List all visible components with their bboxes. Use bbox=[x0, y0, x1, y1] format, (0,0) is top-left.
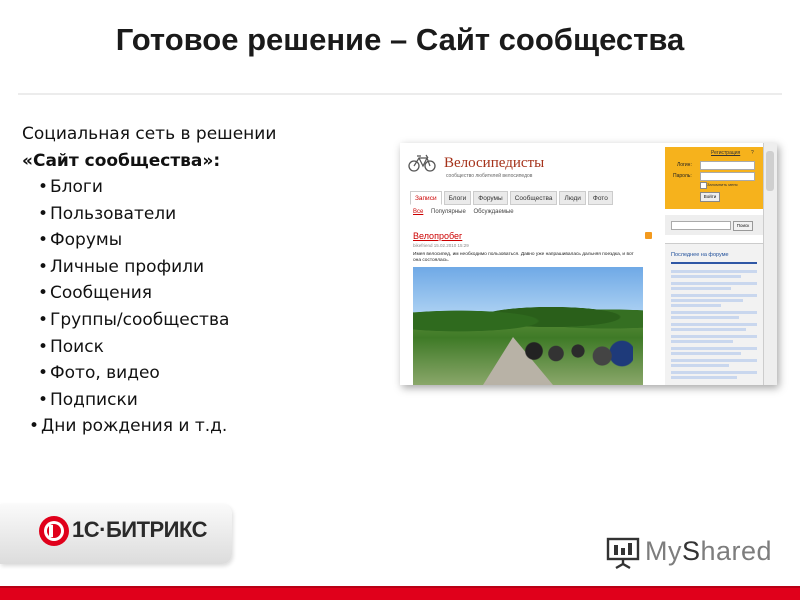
photo-cyclists bbox=[523, 331, 633, 381]
list-item: Личные профили bbox=[38, 254, 229, 281]
list-item: Сообщения bbox=[38, 280, 229, 307]
search-panel: Поиск bbox=[665, 215, 763, 235]
intro-solution-name: «Сайт сообщества»: bbox=[22, 151, 221, 171]
footer-red-bar bbox=[0, 586, 800, 600]
filter-popular[interactable]: Популярные bbox=[431, 209, 466, 215]
forum-entry[interactable] bbox=[671, 282, 757, 285]
myshared-rest: hared bbox=[700, 536, 773, 566]
tab-forums[interactable]: Форумы bbox=[473, 191, 508, 205]
password-label: Пароль: bbox=[673, 173, 692, 179]
forum-entry[interactable] bbox=[671, 299, 743, 302]
rss-icon[interactable] bbox=[645, 232, 652, 239]
myshared-logo-text: MyShared bbox=[645, 536, 772, 567]
forum-panel: Последнее на форуме bbox=[665, 243, 763, 385]
list-item: Подписки bbox=[38, 387, 229, 414]
forum-entry[interactable] bbox=[671, 323, 757, 326]
remember-checkbox[interactable] bbox=[700, 182, 707, 189]
feature-list: Блоги Пользователи Форумы Личные профили… bbox=[29, 174, 229, 440]
help-link[interactable]: ? bbox=[751, 150, 754, 156]
filter-discussed[interactable]: Обсуждаемые bbox=[474, 209, 514, 215]
forum-entry[interactable] bbox=[671, 328, 746, 331]
list-item: Блоги bbox=[38, 174, 229, 201]
post-meta: bikefriend 15.02.2010 15:29 bbox=[413, 243, 469, 248]
intro-text: Социальная сеть в решении «Сайт сообщест… bbox=[22, 121, 276, 175]
post-title-link[interactable]: Велопробег bbox=[413, 231, 462, 241]
post-photo bbox=[413, 267, 643, 385]
bitrix-logo-text: 1С·БИТРИКС bbox=[72, 517, 208, 542]
myshared-s: S bbox=[682, 536, 701, 566]
list-item: Фото, видео bbox=[38, 360, 229, 387]
forum-entry[interactable] bbox=[671, 371, 757, 374]
website-screenshot: Велосипедисты сообщество любителей велос… bbox=[400, 143, 777, 385]
register-link[interactable]: Регистрация bbox=[711, 150, 740, 156]
forum-entry[interactable] bbox=[671, 352, 741, 355]
tab-blogs[interactable]: Блоги bbox=[443, 191, 472, 205]
site-nav-tabs: Записи Блоги Форумы Сообщества Люди Фото bbox=[410, 191, 613, 205]
bitrix-logo-icon bbox=[39, 516, 69, 546]
site-subtitle: сообщество любителей велосипедов bbox=[446, 173, 533, 179]
post-text: Имея велосипед, им необходимо пользовать… bbox=[413, 252, 634, 263]
search-button[interactable]: Поиск bbox=[733, 221, 753, 231]
forum-divider bbox=[671, 262, 757, 264]
remember-label: Запомнить меня bbox=[707, 182, 738, 187]
slide-title: Готовое решение – Сайт сообщества bbox=[115, 22, 685, 57]
list-item: Пользователи bbox=[38, 201, 229, 228]
screenshot-page: Велосипедисты сообщество любителей велос… bbox=[400, 143, 764, 385]
forum-entry[interactable] bbox=[671, 304, 721, 307]
site-title: Велосипедисты bbox=[444, 155, 545, 171]
scrollbar-thumb[interactable] bbox=[766, 151, 774, 191]
login-panel: Регистрация ? Логин: Пароль: Запомнить м… bbox=[665, 147, 763, 209]
login-button[interactable]: Войти bbox=[700, 192, 720, 202]
forum-entry[interactable] bbox=[671, 287, 731, 290]
forum-entry[interactable] bbox=[671, 311, 757, 314]
list-item: Дни рождения и т.д. bbox=[29, 413, 229, 440]
title-divider bbox=[18, 93, 782, 95]
filter-all[interactable]: Все bbox=[413, 209, 423, 215]
scrollbar[interactable] bbox=[763, 143, 777, 385]
list-item: Группы/сообщества bbox=[38, 307, 229, 334]
myshared-my: My bbox=[645, 536, 682, 566]
post-filter: Все Популярные Обсуждаемые bbox=[413, 209, 520, 215]
search-input[interactable] bbox=[671, 221, 731, 230]
intro-line: Социальная сеть в решении bbox=[22, 124, 277, 144]
myshared-logo-icon bbox=[606, 537, 640, 570]
list-item: Поиск bbox=[38, 334, 229, 361]
login-label: Логин: bbox=[677, 162, 692, 168]
tab-people[interactable]: Люди bbox=[559, 191, 586, 205]
forum-entry[interactable] bbox=[671, 335, 757, 338]
tab-photo[interactable]: Фото bbox=[587, 191, 613, 205]
tab-communities[interactable]: Сообщества bbox=[509, 191, 558, 205]
list-item: Форумы bbox=[38, 227, 229, 254]
forum-entry[interactable] bbox=[671, 364, 729, 367]
forum-entry[interactable] bbox=[671, 359, 757, 362]
login-input[interactable] bbox=[700, 161, 755, 170]
forum-entry[interactable] bbox=[671, 340, 733, 343]
forum-entry[interactable] bbox=[671, 294, 757, 297]
tab-posts[interactable]: Записи bbox=[410, 191, 442, 205]
forum-entry[interactable] bbox=[671, 275, 741, 278]
bicycle-icon bbox=[408, 154, 436, 172]
forum-entry[interactable] bbox=[671, 376, 737, 379]
password-input[interactable] bbox=[700, 172, 755, 181]
forum-entry[interactable] bbox=[671, 270, 757, 273]
forum-entry[interactable] bbox=[671, 347, 757, 350]
forum-heading: Последнее на форуме bbox=[671, 252, 729, 258]
forum-entry[interactable] bbox=[671, 316, 739, 319]
